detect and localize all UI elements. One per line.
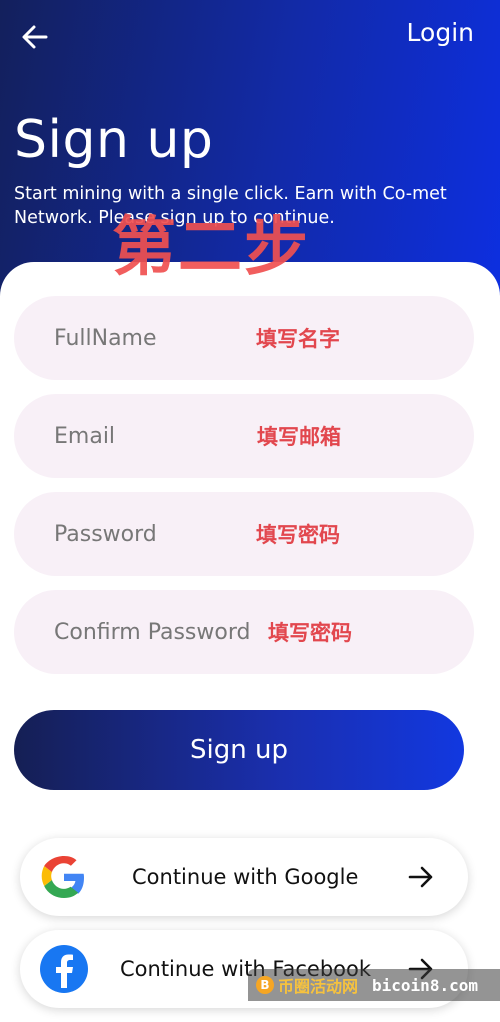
watermark-badge: B 币圈活动网 bicoin8.com	[248, 969, 500, 1001]
back-button[interactable]	[18, 20, 52, 54]
login-link[interactable]: Login	[407, 18, 474, 47]
coin-icon: B	[256, 976, 274, 994]
fullname-field[interactable]: FullName 填写名字	[14, 296, 474, 380]
page-title: Sign up	[14, 110, 214, 170]
confirm-password-field[interactable]: Confirm Password 填写密码	[14, 590, 474, 674]
confirm-password-hint: 填写密码	[268, 621, 352, 645]
watermark-site: bicoin8.com	[372, 975, 478, 995]
watermark-text: 币圈活动网	[278, 977, 359, 996]
confirm-password-placeholder: Confirm Password	[54, 619, 251, 645]
password-field[interactable]: Password 填写密码	[14, 492, 474, 576]
google-signin-button[interactable]: Continue with Google	[20, 838, 468, 916]
password-hint: 填写密码	[256, 523, 340, 547]
password-placeholder: Password	[54, 521, 157, 547]
facebook-icon	[38, 943, 90, 995]
google-icon	[38, 851, 90, 903]
arrow-right-icon	[406, 862, 436, 892]
email-hint: 填写邮箱	[257, 425, 341, 449]
arrow-left-icon	[22, 25, 48, 49]
email-field[interactable]: Email 填写邮箱	[14, 394, 474, 478]
page-subtitle: Start mining with a single click. Earn w…	[14, 184, 447, 228]
google-signin-label: Continue with Google	[132, 865, 359, 889]
signup-button[interactable]: Sign up	[14, 710, 464, 790]
fullname-hint: 填写名字	[256, 327, 340, 351]
header-hero: Login Sign up Start mining with a single…	[0, 0, 500, 300]
email-placeholder: Email	[54, 423, 116, 449]
fullname-placeholder: FullName	[54, 325, 157, 351]
